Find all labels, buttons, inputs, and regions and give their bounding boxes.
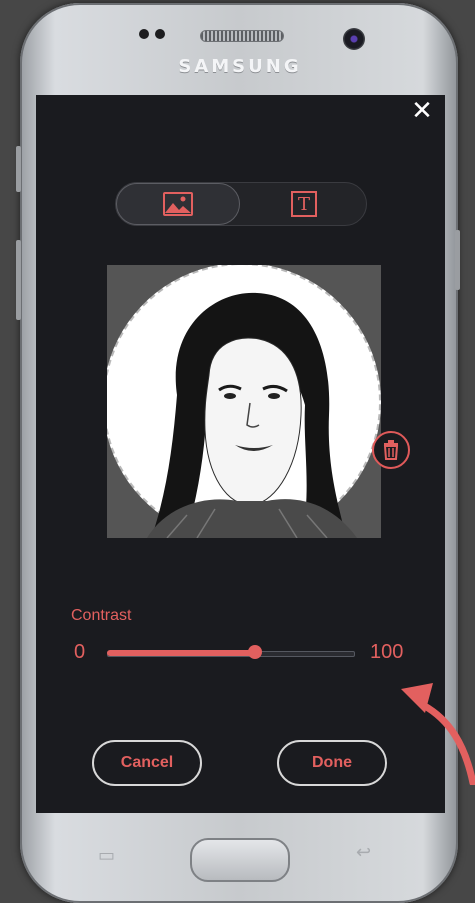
image-icon [163, 192, 193, 216]
portrait-photo [147, 292, 357, 538]
photo-editor-canvas[interactable] [107, 265, 381, 538]
device-brand: SAMSUNG [178, 56, 302, 77]
recent-apps-icon[interactable]: ▭ [98, 845, 115, 866]
trash-icon [383, 440, 399, 460]
contrast-slider-thumb[interactable] [247, 645, 262, 659]
pointer-arrow-icon [401, 683, 475, 785]
delete-button[interactable] [372, 431, 410, 469]
home-button[interactable] [190, 838, 290, 882]
text-tab-glyph: T [297, 193, 310, 215]
power-button [16, 146, 21, 192]
done-button[interactable]: Done [277, 740, 387, 786]
close-icon[interactable]: ✕ [410, 97, 434, 123]
contrast-max-value: 100 [370, 641, 404, 663]
contrast-label: Contrast [71, 607, 132, 624]
back-icon[interactable]: ↩ [356, 842, 371, 863]
tab-text[interactable]: T [242, 183, 366, 225]
volume-button [16, 240, 21, 320]
contrast-slider-fill [107, 650, 255, 656]
tab-image[interactable] [116, 183, 240, 225]
side-button-right [455, 230, 460, 290]
front-camera [343, 28, 365, 50]
cancel-button[interactable]: Cancel [92, 740, 202, 786]
mode-toggle: T [115, 182, 367, 226]
contrast-min-value: 0 [74, 641, 86, 663]
sensor-dots [139, 29, 165, 39]
earpiece-speaker [200, 30, 284, 42]
